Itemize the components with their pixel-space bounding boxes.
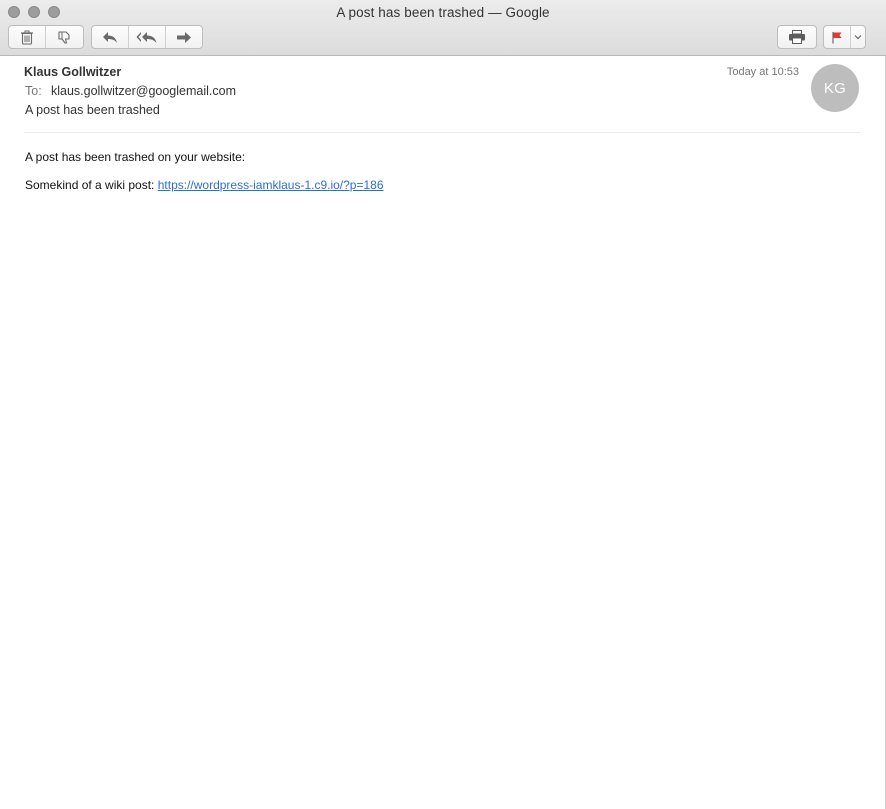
- trash-icon: [21, 30, 33, 45]
- delete-junk-group: [8, 25, 84, 49]
- window-title: A post has been trashed — Google: [336, 5, 550, 20]
- thumbs-down-icon: [57, 30, 70, 44]
- forward-icon: [177, 31, 191, 43]
- flag-group: [823, 25, 866, 49]
- flag-menu-button[interactable]: [851, 26, 865, 48]
- flag-icon: [832, 31, 842, 43]
- reply-all-button[interactable]: [129, 26, 166, 48]
- message-header: Klaus Gollwitzer To: klaus.gollwitzer@go…: [0, 56, 886, 134]
- sender-name[interactable]: Klaus Gollwitzer: [24, 65, 121, 79]
- reply-button[interactable]: [92, 26, 129, 48]
- recipient-address[interactable]: klaus.gollwitzer@googlemail.com: [51, 84, 236, 98]
- body-line-2: Somekind of a wiki post: https://wordpre…: [25, 178, 384, 192]
- forward-button[interactable]: [166, 26, 202, 48]
- mail-window: A post has been trashed — Google Klaus G…: [0, 0, 886, 809]
- message-subject: A post has been trashed: [25, 103, 160, 117]
- avatar: KG: [811, 64, 859, 112]
- header-divider: [24, 132, 860, 133]
- junk-button[interactable]: [46, 26, 83, 48]
- reply-icon: [103, 31, 117, 43]
- flag-button[interactable]: [824, 26, 851, 48]
- title-bar: A post has been trashed — Google: [0, 0, 886, 56]
- chevron-down-icon: [854, 35, 862, 40]
- print-group: [777, 25, 817, 49]
- printer-icon: [789, 30, 805, 44]
- body-line-1: A post has been trashed on your website:: [25, 150, 246, 164]
- message-date: Today at 10:53: [726, 66, 799, 78]
- reply-all-icon: [136, 31, 157, 43]
- to-label: To:: [25, 84, 42, 98]
- reply-group: [91, 25, 203, 49]
- delete-button[interactable]: [9, 26, 46, 48]
- body-line-2-prefix: Somekind of a wiki post:: [25, 178, 158, 192]
- print-button[interactable]: [778, 26, 816, 48]
- post-link[interactable]: https://wordpress-iamklaus-1.c9.io/?p=18…: [158, 178, 384, 192]
